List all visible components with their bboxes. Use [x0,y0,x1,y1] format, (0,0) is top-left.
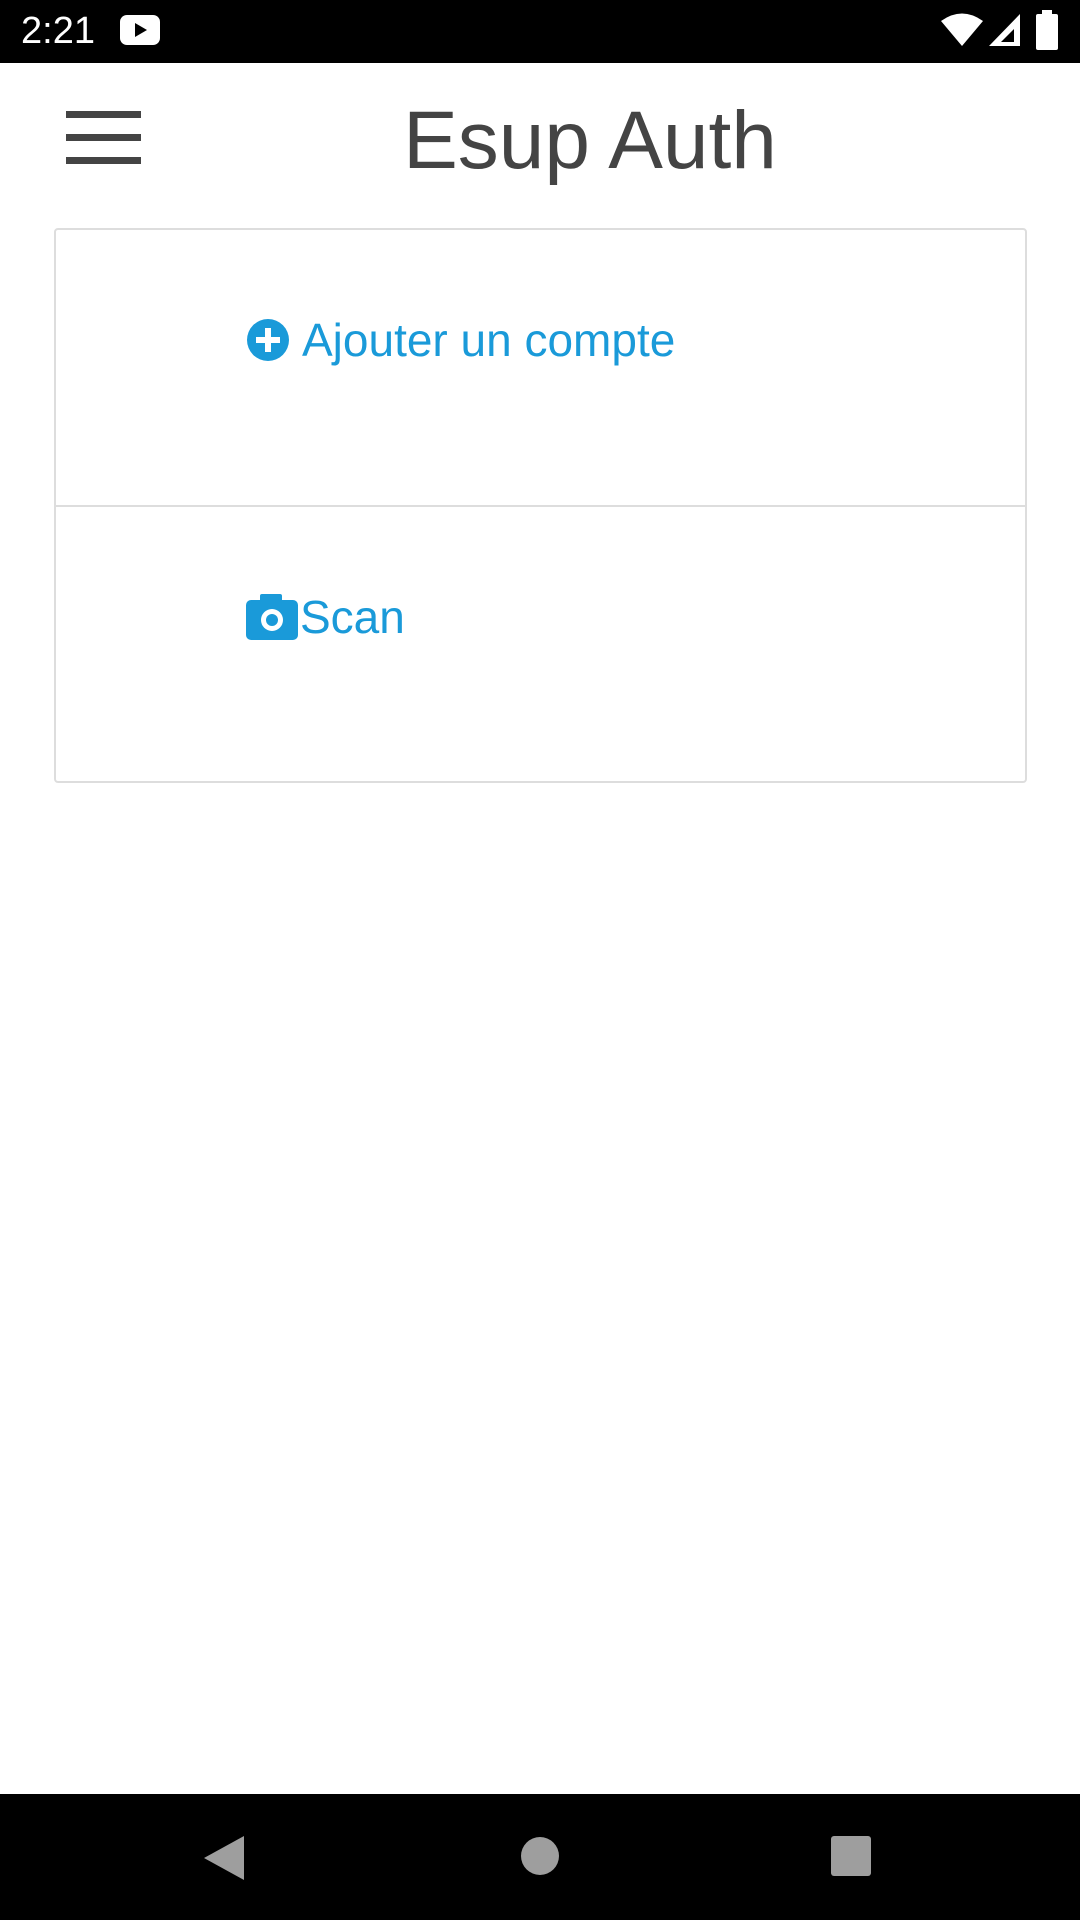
recents-icon[interactable] [831,1836,871,1876]
app-screen: 2:21 Esup Auth Ajouter un compte Scan [0,0,1080,1920]
signal-icon [989,14,1020,46]
wifi-icon [941,13,983,46]
scan-button[interactable]: Scan [56,507,1025,782]
youtube-icon [120,15,160,45]
navigation-bar [0,1794,1080,1920]
actions-card: Ajouter un compte Scan [54,228,1027,783]
plus-circle-icon [247,319,289,361]
home-icon[interactable] [520,1836,560,1876]
add-account-button[interactable]: Ajouter un compte [56,230,1025,507]
app-header: Esup Auth [0,63,1080,213]
add-account-content: Ajouter un compte [246,310,675,370]
scan-content: Scan [246,587,405,647]
scan-label: Scan [300,591,405,643]
battery-icon [1036,10,1058,50]
status-bar: 2:21 [0,0,1080,63]
camera-icon [246,594,298,640]
back-icon[interactable] [202,1834,246,1882]
status-time: 2:21 [21,10,95,52]
page-title: Esup Auth [403,95,777,186]
add-account-label: Ajouter un compte [302,314,676,366]
